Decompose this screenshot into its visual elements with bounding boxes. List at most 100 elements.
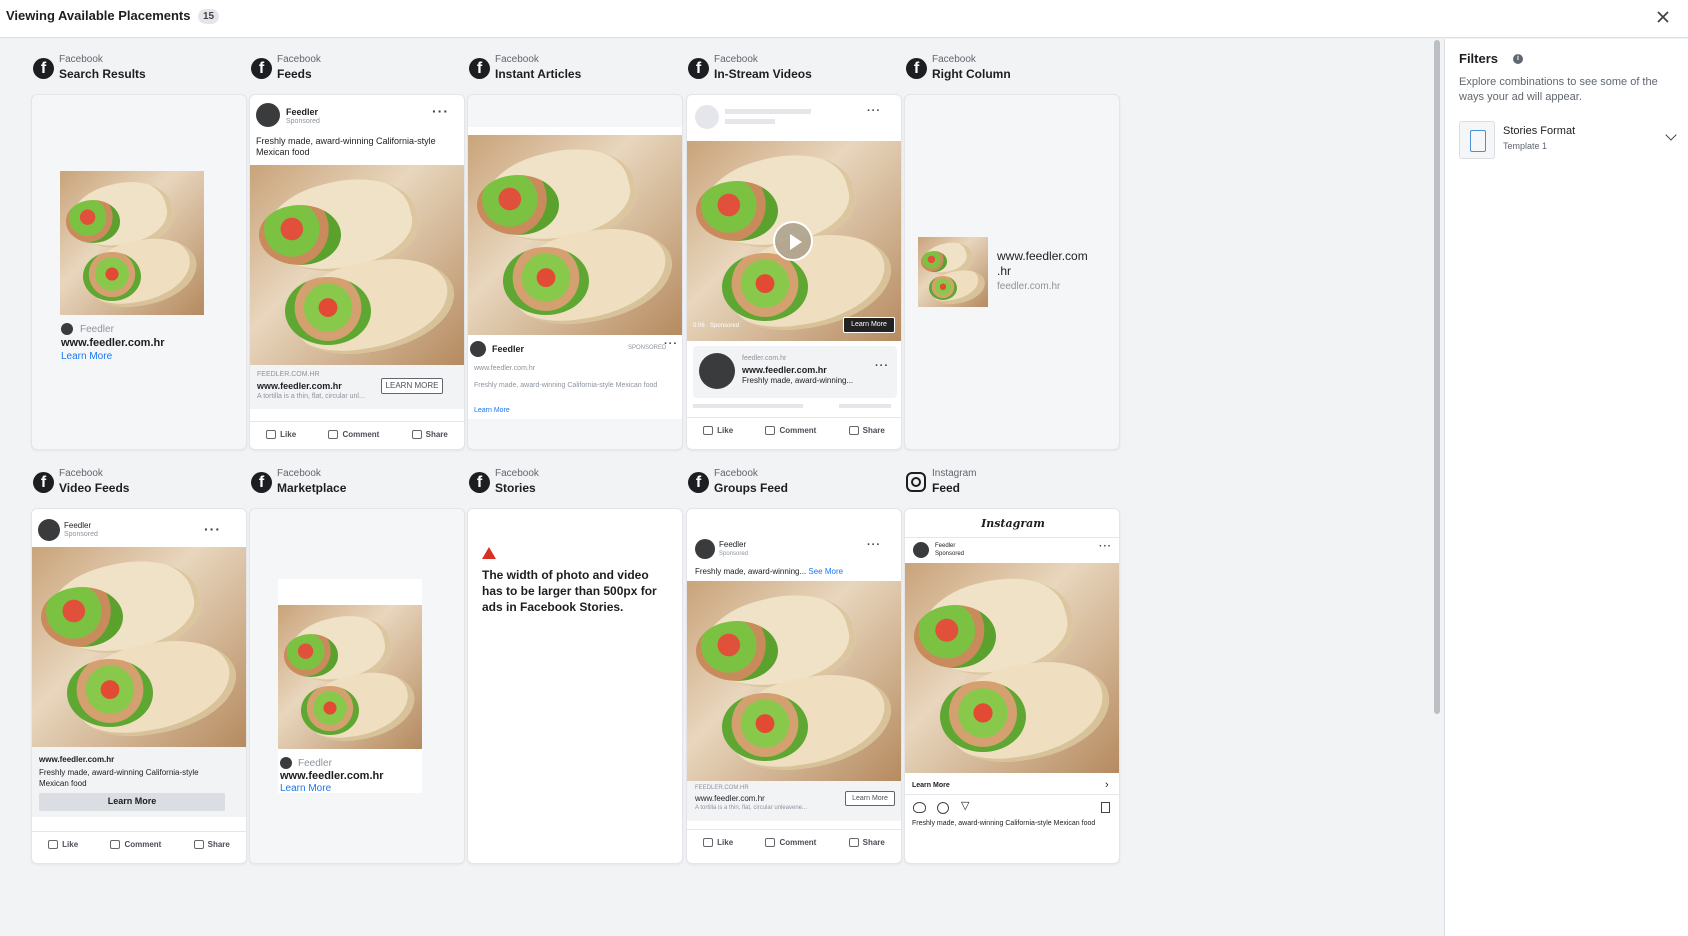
more-icon[interactable]: ··· [204,521,221,537]
placement-groups-feed[interactable]: f Facebook Groups Feed Feedler Sponsored… [686,468,902,864]
facebook-icon: f [251,58,272,79]
share-button[interactable]: Share [193,840,230,849]
share-icon [848,426,859,435]
filters-title: Filters [1459,51,1499,66]
ad-caption: Freshly made, award-winning... [742,376,854,385]
page-name: Feedler [719,540,747,549]
ad-domain: feedler.com.hr [997,281,1061,292]
comment-button[interactable]: Comment [328,430,379,439]
instagram-icon [906,472,926,492]
learn-more-button[interactable]: LEARN MORE [381,378,443,394]
share-button[interactable]: Share [411,430,448,439]
ad-domain: FEEDLER.COM.HR [695,785,749,791]
preview-card[interactable]: The width of photo and video has to be l… [467,508,683,864]
ad-caption: Freshly made, award-winning... See More [695,567,843,576]
placements-grid[interactable]: f Facebook Search Results Feedler www.fe… [0,39,1432,936]
more-icon[interactable]: ··· [1099,541,1112,552]
ad-url: www.feedler.com.hr [695,794,765,803]
avatar [256,103,280,127]
learn-more-link[interactable]: Learn More [474,407,510,414]
placement-in-stream-videos[interactable]: f Facebook In-Stream Videos ··· 0:06 · S… [686,54,902,450]
comment-icon [765,838,776,847]
page-name: Feedler [80,324,114,335]
more-icon[interactable]: ··· [875,360,889,372]
preview-card[interactable]: Feedler Sponsored ··· www.feedler.com.hr… [31,508,247,864]
comment-icon [765,426,776,435]
avatar [699,353,735,389]
like-button[interactable]: Like [703,426,733,435]
see-more-link[interactable]: See More [808,567,843,576]
ad-caption: Freshly made, award-winning California-s… [912,820,1096,827]
ad-url-line-2: .hr [997,264,1012,278]
ad-url: www.feedler.com.hr [280,770,384,782]
like-button[interactable]: Like [266,430,296,439]
share-button[interactable]: Share [848,838,885,847]
comment-button[interactable]: Comment [110,840,161,849]
placement-right-column[interactable]: f Facebook Right Column www.feedler.com … [904,54,1120,450]
preview-card[interactable]: Feedler Sponsored ··· Freshly made, awar… [249,94,465,450]
ad-caption-text: Freshly made, award-winning... [695,567,807,576]
ad-domain: feedler.com.hr [742,355,787,362]
heart-icon[interactable] [913,802,926,813]
placement-stories[interactable]: f Facebook Stories The width of photo an… [467,468,683,864]
page-name: Feedler [492,344,525,354]
comment-label: Comment [124,840,162,849]
learn-more-button[interactable]: Learn More [39,793,225,811]
learn-more-link[interactable]: Learn More [912,782,950,789]
preview-card[interactable]: Feedler SPONSORED ··· www.feedler.com.hr… [467,94,683,450]
placement-name: Groups Feed [714,481,789,495]
placement-name: Search Results [59,67,146,81]
info-icon[interactable]: i [1513,54,1523,64]
placement-search-results[interactable]: f Facebook Search Results Feedler www.fe… [31,54,247,450]
ad-image [687,581,901,781]
preview-card[interactable]: www.feedler.com .hr feedler.com.hr [904,94,1120,450]
comment-icon [328,430,339,439]
placement-feeds[interactable]: f Facebook Feeds Feedler Sponsored ··· F… [249,54,465,450]
avatar [38,519,60,541]
chevron-down-icon[interactable] [1665,129,1677,141]
instagram-logo: Instagram [981,517,1045,530]
comment-icon[interactable] [937,802,949,814]
scrollbar[interactable] [1434,40,1440,714]
preview-card[interactable]: Instagram Feedler Sponsored ··· Learn Mo… [904,508,1120,864]
learn-more-button[interactable]: Learn More [845,791,895,806]
play-icon[interactable] [773,221,813,261]
bookmark-icon[interactable] [1101,802,1110,813]
like-button[interactable]: Like [703,838,733,847]
preview-card[interactable]: Feedler www.feedler.com.hr Learn More [31,94,247,450]
more-icon[interactable]: ··· [664,338,678,350]
sponsored-label: Sponsored [935,551,965,557]
preview-card[interactable]: Feedler www.feedler.com.hr Learn More [249,508,465,864]
send-icon[interactable]: ▽ [961,799,969,812]
ad-image [60,171,204,315]
learn-more-link[interactable]: Learn More [61,351,112,362]
like-button[interactable]: Like [48,840,78,849]
ad-image [918,237,988,307]
share-icon [193,840,204,849]
preview-card[interactable]: Feedler Sponsored ··· Freshly made, awar… [686,508,902,864]
placements-count-badge: 15 [198,9,220,24]
placement-instagram-feed[interactable]: Instagram Feed Instagram Feedler Sponsor… [904,468,1120,864]
placement-instant-articles[interactable]: f Facebook Instant Articles Feedler SPON… [467,54,683,450]
avatar [280,757,292,769]
like-icon [48,840,59,849]
comment-button[interactable]: Comment [765,838,816,847]
placement-video-feeds[interactable]: f Facebook Video Feeds Feedler Sponsored… [31,468,247,864]
more-icon[interactable]: ··· [867,105,881,117]
share-button[interactable]: Share [848,426,885,435]
learn-more-link[interactable]: Learn More [280,783,331,794]
ad-url: www.feedler.com.hr [474,365,536,372]
preview-card[interactable]: ··· 0:06 · Sponsored Learn More feedler.… [686,94,902,450]
share-label: Share [425,430,448,439]
like-label: Like [280,430,297,439]
more-icon[interactable]: ··· [432,103,449,119]
learn-more-button[interactable]: Learn More [843,317,895,333]
comment-button[interactable]: Comment [765,426,816,435]
ad-description: A tortilla is a thin, flat, circular unl… [695,805,808,811]
placement-marketplace[interactable]: f Facebook Marketplace Feedler www.feedl… [249,468,465,864]
more-icon[interactable]: ··· [867,539,881,551]
close-icon[interactable] [1652,6,1674,28]
facebook-icon: f [469,472,490,493]
video-thumbnail[interactable] [32,547,246,747]
ad-caption: Freshly made, award-winning California-s… [39,768,199,788]
